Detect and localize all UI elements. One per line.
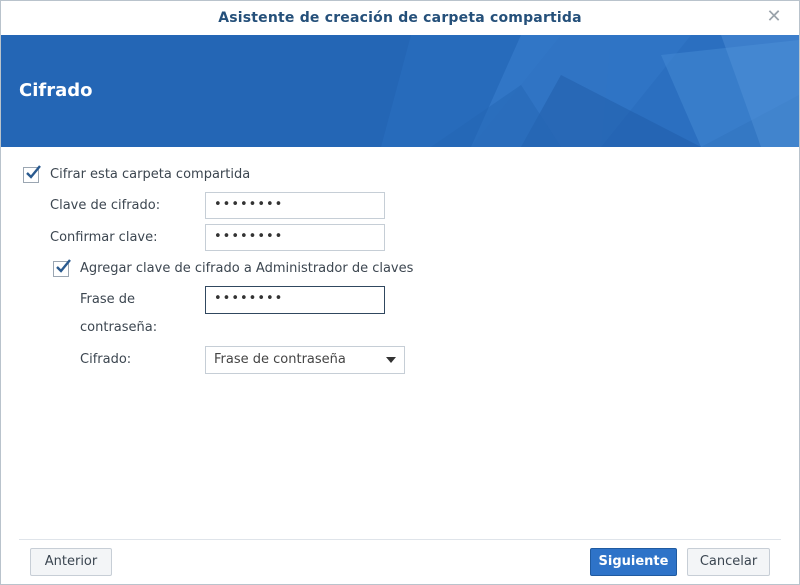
encryption-type-value: Frase de contraseña — [214, 352, 346, 367]
passphrase-label-line1: Frase de — [80, 292, 135, 307]
cancel-button[interactable]: Cancelar — [687, 548, 770, 576]
encryption-key-label: Clave de cifrado: — [50, 198, 161, 213]
footer-divider — [19, 539, 781, 540]
checkmark-icon — [56, 259, 71, 273]
window-title: Asistente de creación de carpeta compart… — [218, 10, 582, 26]
step-title: Cifrado — [19, 80, 93, 101]
key-manager-checkbox[interactable] — [53, 259, 71, 277]
next-button[interactable]: Siguiente — [590, 548, 677, 576]
shared-folder-wizard-window: Asistente de creación de carpeta compart… — [0, 0, 800, 585]
encryption-type-select[interactable]: Frase de contraseña — [205, 346, 405, 374]
title-bar: Asistente de creación de carpeta compart… — [1, 1, 799, 36]
chevron-down-icon[interactable] — [386, 357, 396, 363]
confirm-key-label: Confirmar clave: — [50, 230, 158, 245]
encryption-type-label: Cifrado: — [80, 352, 132, 367]
header-banner: Cifrado — [1, 35, 799, 147]
encrypt-folder-checkbox[interactable] — [23, 165, 41, 183]
banner-pattern — [381, 35, 799, 147]
checkmark-icon — [26, 165, 41, 179]
passphrase-label-line2: contraseña: — [80, 320, 158, 335]
encryption-key-field[interactable]: •••••••• — [205, 192, 385, 219]
key-manager-label: Agregar clave de cifrado a Administrador… — [80, 261, 414, 276]
confirm-key-field[interactable]: •••••••• — [205, 224, 385, 251]
close-icon[interactable]: ✕ — [765, 8, 783, 26]
encrypt-folder-label: Cifrar esta carpeta compartida — [50, 167, 251, 182]
passphrase-field[interactable]: •••••••• — [205, 286, 385, 314]
back-button[interactable]: Anterior — [30, 548, 112, 576]
